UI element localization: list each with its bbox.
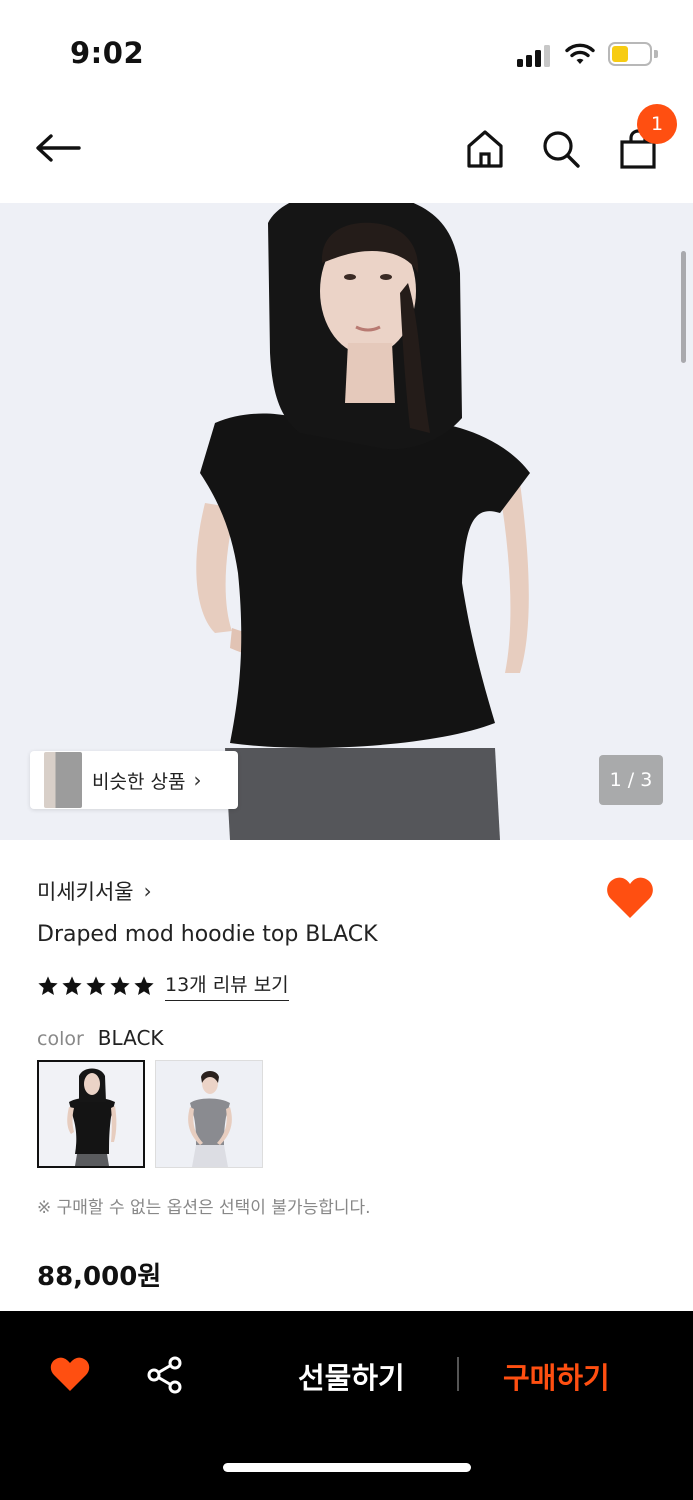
product-price: 88,000원 bbox=[37, 1262, 162, 1292]
selected-color-value: BLACK bbox=[97, 1026, 164, 1050]
star-rating bbox=[37, 975, 155, 997]
star-icon bbox=[38, 975, 58, 995]
chevron-right-icon: › bbox=[143, 879, 152, 903]
star-icon bbox=[62, 975, 82, 995]
product-title: Draped mod hoodie top BLACK bbox=[37, 922, 378, 947]
similar-products-label: 비슷한 상품 bbox=[92, 770, 186, 793]
bottom-action-bar: 선물하기 구매하기 bbox=[0, 1311, 693, 1500]
battery-icon bbox=[608, 42, 658, 66]
similar-product-thumbnail bbox=[44, 752, 82, 808]
status-bar: 9:02 bbox=[0, 0, 693, 100]
star-icon bbox=[110, 975, 130, 995]
home-button[interactable] bbox=[460, 124, 510, 174]
back-button[interactable] bbox=[30, 124, 86, 172]
wifi-icon bbox=[565, 43, 595, 64]
search-button[interactable] bbox=[536, 124, 586, 174]
swatch-thumbnail bbox=[39, 1062, 143, 1166]
cart-count-badge: 1 bbox=[637, 104, 677, 144]
option-notice: ※ 구매할 수 없는 옵션은 선택이 불가능합니다. bbox=[37, 1198, 371, 1218]
heart-icon[interactable] bbox=[50, 1356, 90, 1392]
wishlist-heart-icon[interactable] bbox=[606, 876, 654, 920]
scroll-indicator[interactable] bbox=[681, 251, 686, 363]
swatch-thumbnail bbox=[156, 1061, 262, 1167]
buy-button[interactable]: 구매하기 bbox=[503, 1355, 610, 1397]
home-indicator bbox=[223, 1463, 471, 1472]
back-arrow-icon bbox=[36, 134, 81, 162]
color-label: color bbox=[37, 1028, 84, 1050]
top-navigation bbox=[0, 100, 693, 204]
share-icon[interactable] bbox=[146, 1356, 184, 1394]
home-icon bbox=[467, 130, 503, 168]
star-icon bbox=[134, 975, 154, 995]
search-icon bbox=[543, 131, 580, 168]
rating-row: 13개 리뷰 보기 bbox=[37, 970, 289, 1001]
brand-name: 미세키서울 bbox=[37, 880, 134, 904]
reviews-link[interactable]: 13개 리뷰 보기 bbox=[165, 970, 289, 1001]
product-photo bbox=[196, 203, 530, 840]
gift-button[interactable]: 선물하기 bbox=[298, 1355, 405, 1397]
status-time: 9:02 bbox=[70, 36, 145, 70]
product-image-gallery[interactable]: 비슷한 상품 › 1 / 3 bbox=[0, 203, 693, 840]
brand-link[interactable]: 미세키서울 › bbox=[37, 876, 152, 906]
similar-products-button[interactable]: 비슷한 상품 › bbox=[30, 751, 238, 809]
color-swatch-black[interactable] bbox=[37, 1060, 145, 1168]
star-icon bbox=[86, 975, 106, 995]
image-page-counter: 1 / 3 bbox=[599, 755, 663, 805]
chevron-right-icon: › bbox=[193, 768, 202, 792]
signal-icon bbox=[517, 43, 553, 67]
color-swatch-gray[interactable] bbox=[155, 1060, 263, 1168]
divider bbox=[457, 1357, 459, 1391]
color-option-row: color BLACK bbox=[37, 1026, 164, 1050]
